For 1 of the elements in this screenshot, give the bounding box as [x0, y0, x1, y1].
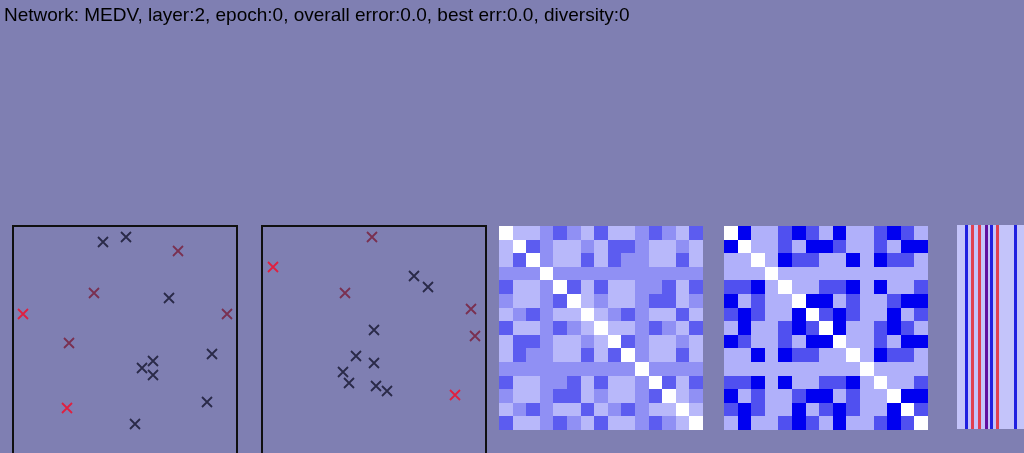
- status-text: Network: MEDV, layer:2, epoch:0, overall error:0.0, best err:0.0, diversity:0: [3, 3, 631, 27]
